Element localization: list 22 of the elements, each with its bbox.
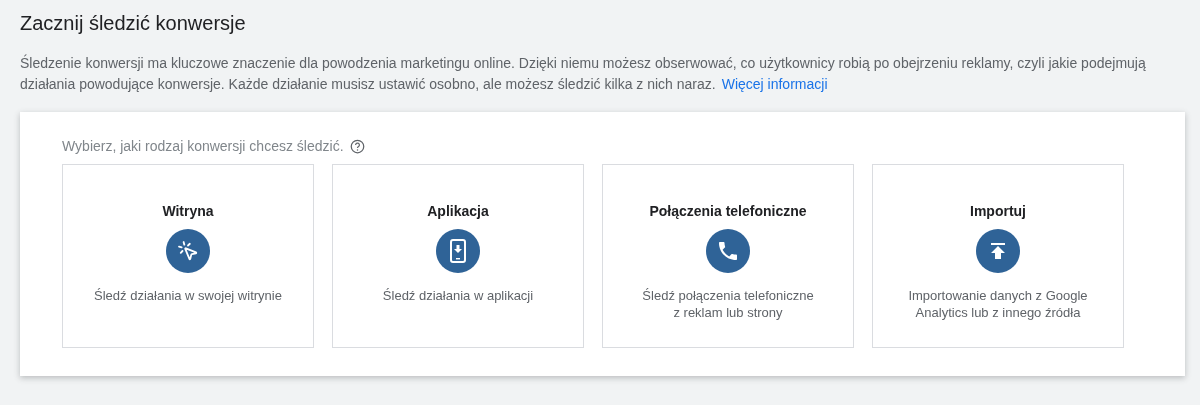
option-description: Śledź połączenia telefoniczne (642, 287, 814, 304)
page-title: Zacznij śledzić konwersje (20, 12, 247, 35)
help-icon[interactable] (349, 138, 365, 154)
conversion-option-card[interactable]: Witryna Śledź działania w swojej witrynie (62, 164, 314, 348)
option-title: Aplikacja (427, 203, 489, 219)
conversion-option-card[interactable]: Aplikacja Śledź działania w aplikacji (332, 164, 584, 348)
phone-icon (716, 239, 740, 263)
phone-download-icon (450, 239, 466, 263)
option-title: Połączenia telefoniczne (649, 203, 807, 219)
option-description: Śledź działania w aplikacji (382, 287, 534, 304)
option-description: Importowanie danych z Google (908, 287, 1088, 304)
option-description: Analytics lub z innego źródła (915, 304, 1081, 321)
option-description: Śledź działania w swojej witrynie (94, 287, 282, 304)
more-info-link[interactable]: Więcej informacji (721, 76, 828, 92)
option-title: Witryna (162, 203, 214, 219)
conversion-option-card[interactable]: Importuj Importowanie danych z Google Analytics lub z innego źródła (872, 164, 1124, 348)
cursor-click-icon (177, 240, 199, 262)
option-description: z reklam lub strony (673, 304, 783, 321)
conversion-option-card[interactable]: Połączenia telefoniczne Śledź połączenia telefoniczne z reklam lub strony (602, 164, 854, 348)
prompt-text: Wybierz, jaki rodzaj konwersji chcesz śledzić. (62, 138, 344, 154)
intro-paragraph: Śledzenie konwersji ma kluczowe znaczenie dla powodzenia marketingu online. Dzięki niemu możesz obserwować, co użytkownicy robią po obejrzeniu reklamy, czyli jakie podejmują działania powodujące konwersje. Każde działanie musisz ustawić osobno, ale możesz śledzić kilka z nich naraz. Więcej informacji (20, 53, 1147, 94)
option-title: Importuj (970, 203, 1026, 219)
